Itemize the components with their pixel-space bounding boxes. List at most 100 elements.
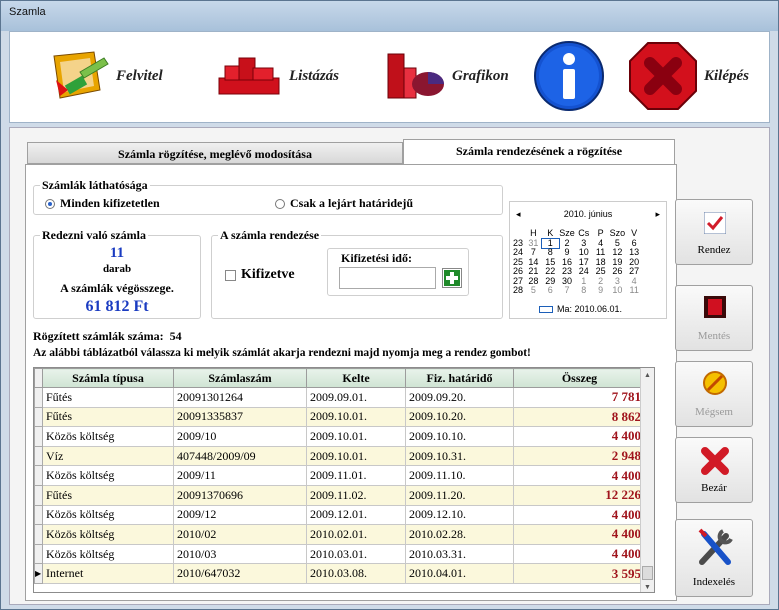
rendez-button[interactable]: Rendez: [675, 199, 753, 265]
cell-hatarido[interactable]: 2009.10.10.: [405, 426, 514, 447]
col-header-osszeg[interactable]: Összeg: [513, 368, 646, 388]
kifizetve-checkbox[interactable]: Kifizetve: [225, 267, 295, 283]
cell-szamlaszam[interactable]: 20091301264: [173, 387, 307, 408]
kilepes-button[interactable]: Kilépés: [628, 38, 749, 114]
scroll-up-icon[interactable]: ▲: [644, 371, 651, 379]
cell-tipus[interactable]: Fűtés: [42, 484, 174, 506]
cell-osszeg[interactable]: 4 400: [513, 504, 646, 526]
cell-kelte[interactable]: 2010.03.08.: [306, 563, 406, 584]
table-row[interactable]: Közös költség 2009/12 2009.12.01. 2009.12.1…: [34, 504, 646, 526]
cell-tipus[interactable]: Közös költség: [42, 465, 174, 486]
calendar-day[interactable]: 6: [542, 285, 559, 296]
table-row[interactable]: Fűtés 20091335837 2009.10.01. 2009.10.20. 8 …: [34, 406, 646, 428]
radio-minden-kifizetetlen[interactable]: Minden kifizetetlen: [45, 196, 160, 211]
row-selector[interactable]: [34, 465, 43, 486]
cell-kelte[interactable]: 2009.10.01.: [306, 445, 406, 467]
cell-tipus[interactable]: Közös költség: [42, 426, 174, 447]
table-row[interactable]: ▶ Internet 2010/647032 2010.03.08. 2010.04.0…: [34, 563, 646, 584]
cell-tipus[interactable]: Közös költség: [42, 543, 174, 565]
invoice-table[interactable]: Számla típusa Számlaszám Kelte Fiz. hatá…: [33, 367, 655, 593]
cell-hatarido[interactable]: 2009.10.20.: [405, 406, 514, 428]
scroll-down-icon[interactable]: ▼: [644, 583, 651, 591]
calendar[interactable]: ◂ 2010. június ▸ H K Sze Cs P Szo V 23 31 1 2 3 4 5 6 2…: [509, 201, 667, 319]
row-selector[interactable]: [34, 543, 43, 565]
cell-kelte[interactable]: 2009.11.02.: [306, 484, 406, 506]
table-scrollbar[interactable]: ▲ ▼: [640, 368, 654, 592]
cell-hatarido[interactable]: 2010.04.01.: [405, 563, 514, 584]
cell-osszeg[interactable]: 12 226: [513, 484, 646, 506]
cell-osszeg[interactable]: 3 595: [513, 563, 646, 584]
cell-tipus[interactable]: Fűtés: [42, 406, 174, 428]
row-selector[interactable]: [34, 504, 43, 526]
row-selector[interactable]: ▶: [34, 563, 43, 584]
cell-kelte[interactable]: 2010.03.01.: [306, 543, 406, 565]
cell-hatarido[interactable]: 2009.09.20.: [405, 387, 514, 408]
row-selector[interactable]: [34, 524, 43, 545]
cell-osszeg[interactable]: 8 862: [513, 406, 646, 428]
cell-szamlaszam[interactable]: 407448/2009/09: [173, 445, 307, 467]
cell-szamlaszam[interactable]: 2010/647032: [173, 563, 307, 584]
listazas-button[interactable]: Listázás: [215, 46, 339, 106]
cell-tipus[interactable]: Fűtés: [42, 387, 174, 408]
cell-tipus[interactable]: Közös költség: [42, 504, 174, 526]
cell-osszeg[interactable]: 7 781: [513, 387, 646, 408]
felvitel-button[interactable]: Felvitel: [50, 46, 163, 106]
col-header-tipus[interactable]: Számla típusa: [42, 368, 174, 388]
table-row[interactable]: Közös költség 2010/03 2010.03.01. 2010.03.3…: [34, 543, 646, 565]
row-selector[interactable]: [34, 387, 43, 408]
row-selector[interactable]: [34, 426, 43, 447]
col-header-hatarido[interactable]: Fiz. határidő: [405, 368, 514, 388]
cell-szamlaszam[interactable]: 2009/11: [173, 465, 307, 486]
bezar-button[interactable]: Bezár: [675, 437, 753, 503]
cell-osszeg[interactable]: 2 948: [513, 445, 646, 467]
grafikon-button[interactable]: Grafikon: [384, 46, 509, 106]
cell-szamlaszam[interactable]: 20091335837: [173, 406, 307, 428]
table-row[interactable]: Fűtés 20091301264 2009.09.01. 2009.09.20. 7 …: [34, 387, 646, 408]
cell-hatarido[interactable]: 2009.12.10.: [405, 504, 514, 526]
cell-szamlaszam[interactable]: 2010/02: [173, 524, 307, 545]
calendar-day[interactable]: 8: [575, 285, 592, 296]
cell-hatarido[interactable]: 2010.03.31.: [405, 543, 514, 565]
calendar-day[interactable]: 7: [559, 285, 576, 296]
info-button[interactable]: [532, 38, 606, 114]
cell-tipus[interactable]: Internet: [42, 563, 174, 584]
cell-hatarido[interactable]: 2009.11.20.: [405, 484, 514, 506]
table-row[interactable]: Közös költség 2009/10 2009.10.01. 2009.10.1…: [34, 426, 646, 447]
megsem-button[interactable]: Mégsem: [675, 361, 753, 427]
calendar-day[interactable]: 5: [525, 285, 542, 296]
calendar-day[interactable]: 9: [592, 285, 609, 296]
add-date-button[interactable]: [442, 268, 462, 288]
calendar-next-icon[interactable]: ▸: [655, 209, 660, 220]
cell-hatarido[interactable]: 2009.11.10.: [405, 465, 514, 486]
scroll-thumb[interactable]: [642, 566, 653, 580]
cell-kelte[interactable]: 2010.02.01.: [306, 524, 406, 545]
cell-osszeg[interactable]: 4 400: [513, 465, 646, 486]
table-row[interactable]: Közös költség 2010/02 2010.02.01. 2010.02.2…: [34, 524, 646, 545]
calendar-prev-icon[interactable]: ◂: [516, 209, 521, 220]
calendar-day[interactable]: 10: [609, 285, 626, 296]
cell-osszeg[interactable]: 4 400: [513, 543, 646, 565]
cell-kelte[interactable]: 2009.12.01.: [306, 504, 406, 526]
calendar-today[interactable]: Ma: 2010.06.01.: [539, 304, 622, 314]
cell-kelte[interactable]: 2009.11.01.: [306, 465, 406, 486]
cell-szamlaszam[interactable]: 2010/03: [173, 543, 307, 565]
calendar-day[interactable]: 11: [626, 285, 643, 296]
payment-date-input[interactable]: [339, 267, 436, 289]
tab-szamla-rogzitese[interactable]: Számla rögzítése, meglévő modosítása: [27, 142, 403, 164]
table-row[interactable]: Közös költség 2009/11 2009.11.01. 2009.11.1…: [34, 465, 646, 486]
row-selector[interactable]: [34, 445, 43, 467]
table-row[interactable]: Fűtés 20091370696 2009.11.02. 2009.11.20. 12…: [34, 484, 646, 506]
cell-osszeg[interactable]: 4 400: [513, 524, 646, 545]
cell-szamlaszam[interactable]: 20091370696: [173, 484, 307, 506]
row-selector[interactable]: [34, 484, 43, 506]
cell-kelte[interactable]: 2009.10.01.: [306, 406, 406, 428]
cell-osszeg[interactable]: 4 400: [513, 426, 646, 447]
cell-szamlaszam[interactable]: 2009/12: [173, 504, 307, 526]
cell-hatarido[interactable]: 2009.10.31.: [405, 445, 514, 467]
tab-szamla-rendezese[interactable]: Számla rendezésének a rögzítése: [403, 139, 675, 165]
col-header-kelte[interactable]: Kelte: [306, 368, 406, 388]
col-header-szamlaszam[interactable]: Számlaszám: [173, 368, 307, 388]
cell-kelte[interactable]: 2009.10.01.: [306, 426, 406, 447]
cell-szamlaszam[interactable]: 2009/10: [173, 426, 307, 447]
cell-kelte[interactable]: 2009.09.01.: [306, 387, 406, 408]
